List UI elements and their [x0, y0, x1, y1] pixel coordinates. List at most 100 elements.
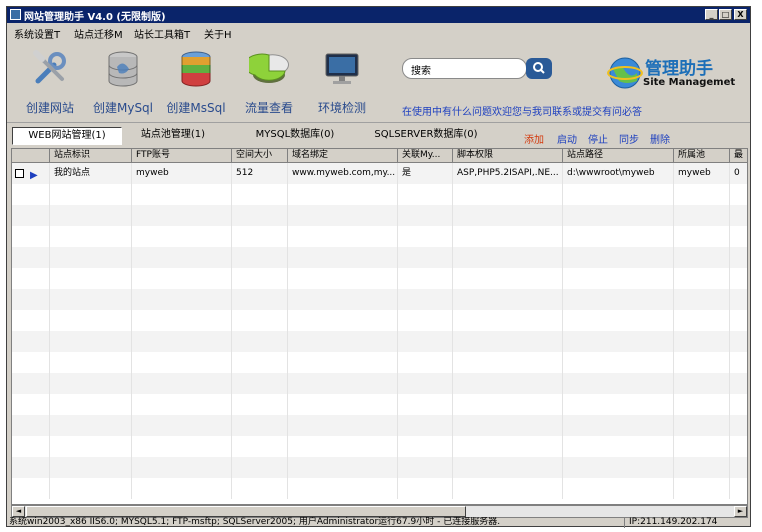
empty-cell	[232, 352, 288, 373]
main-window: 网站管理助手 V4.0 (无限制版) _ □ X 系统设置T 站点迁移M 站长工…	[6, 6, 751, 528]
empty-cell	[12, 415, 50, 436]
empty-cell	[453, 289, 563, 310]
empty-table-row	[12, 457, 747, 478]
empty-cell	[563, 268, 674, 289]
column-header-ftp[interactable]: FTP账号	[132, 149, 232, 163]
delete-button[interactable]: 删除	[650, 131, 670, 146]
search-button[interactable]	[526, 58, 552, 79]
column-header-site-id[interactable]: 站点标识	[50, 149, 132, 163]
menu-webmaster-tools[interactable]: 站长工具箱T	[134, 26, 190, 41]
empty-cell	[50, 457, 132, 478]
empty-cell	[730, 184, 747, 205]
maximize-button[interactable]: □	[719, 9, 732, 20]
traffic-view-label: 流量查看	[244, 101, 293, 115]
title-bar[interactable]: 网站管理助手 V4.0 (无限制版) _ □ X	[7, 7, 750, 23]
row-indicator-icon: ▶	[30, 170, 38, 181]
search-box	[402, 58, 527, 79]
start-button[interactable]: 启动	[557, 131, 577, 146]
create-site-button[interactable]: 创建网站	[14, 45, 86, 119]
table-row[interactable]: ▶ 我的站点 myweb 512 www.myweb.com,my... 是 A…	[12, 163, 747, 184]
empty-cell	[730, 373, 747, 394]
empty-cell	[50, 394, 132, 415]
column-header-space[interactable]: 空间大小	[232, 149, 288, 163]
empty-cell	[50, 478, 132, 499]
environment-check-button[interactable]: 环境检测	[306, 45, 378, 119]
empty-cell	[674, 205, 730, 226]
empty-cell	[50, 415, 132, 436]
empty-cell	[563, 394, 674, 415]
empty-table-row	[12, 394, 747, 415]
menu-system-settings[interactable]: 系统设置T	[14, 26, 60, 41]
empty-cell	[132, 331, 232, 352]
empty-cell	[12, 478, 50, 499]
empty-cell	[563, 184, 674, 205]
tab-sqlserver-databases[interactable]: SQLSERVER数据库(0)	[363, 127, 489, 145]
cell-last: 0	[730, 163, 747, 184]
mysql-database-icon	[108, 51, 138, 87]
column-header-domains[interactable]: 域名绑定	[288, 149, 398, 163]
empty-cell	[288, 247, 398, 268]
empty-cell	[674, 289, 730, 310]
tab-site-pools[interactable]: 站点池管理(1)	[125, 127, 221, 145]
tab-mysql-databases[interactable]: MYSQL数据库(0)	[247, 127, 343, 145]
status-bar: 系统win2003_x86 IIS6.0; MYSQL5.1; FTP-msft…	[7, 517, 750, 528]
menu-about[interactable]: 关于H	[204, 26, 232, 41]
traffic-view-button[interactable]: 流量查看	[233, 45, 305, 119]
empty-cell	[398, 436, 453, 457]
column-header-pool[interactable]: 所属池	[674, 149, 730, 163]
create-mssql-label: 创建MsSql	[166, 101, 226, 115]
empty-table-row	[12, 352, 747, 373]
empty-cell	[398, 415, 453, 436]
close-button[interactable]: X	[734, 9, 747, 20]
empty-cell	[730, 436, 747, 457]
sync-button[interactable]: 同步	[619, 131, 639, 146]
empty-cell	[730, 352, 747, 373]
empty-cell	[398, 268, 453, 289]
empty-cell	[132, 457, 232, 478]
create-mssql-button[interactable]: 创建MsSql	[160, 45, 232, 119]
cell-pool: myweb	[674, 163, 730, 184]
empty-cell	[50, 184, 132, 205]
stop-button[interactable]: 停止	[588, 131, 608, 146]
scroll-left-button[interactable]: ◄	[12, 506, 25, 517]
empty-cell	[132, 268, 232, 289]
add-button[interactable]: 添加	[524, 131, 544, 146]
empty-cell	[730, 457, 747, 478]
empty-cell	[50, 268, 132, 289]
empty-cell	[12, 184, 50, 205]
row-select-cell: ▶	[12, 163, 50, 184]
menu-site-migration[interactable]: 站点迁移M	[74, 26, 123, 41]
column-header-script[interactable]: 脚本权限	[453, 149, 563, 163]
empty-cell	[232, 226, 288, 247]
column-header-last[interactable]: 最	[730, 149, 747, 163]
search-icon	[533, 62, 545, 74]
create-mysql-button[interactable]: 创建MySql	[87, 45, 159, 119]
empty-cell	[674, 331, 730, 352]
empty-table-row	[12, 247, 747, 268]
column-header-linked-mysql[interactable]: 关联My...	[398, 149, 453, 163]
empty-cell	[12, 310, 50, 331]
empty-cell	[288, 226, 398, 247]
scrollbar-thumb[interactable]	[26, 506, 466, 517]
empty-cell	[398, 205, 453, 226]
minimize-button[interactable]: _	[705, 9, 718, 20]
empty-cell	[730, 226, 747, 247]
scroll-right-button[interactable]: ►	[734, 506, 747, 517]
empty-cell	[132, 394, 232, 415]
globe-logo-icon	[607, 57, 643, 89]
column-header-path[interactable]: 站点路径	[563, 149, 674, 163]
empty-cell	[398, 226, 453, 247]
logo: 管理助手 Site Managemet	[605, 51, 735, 101]
empty-cell	[232, 373, 288, 394]
status-ip: IP:211.149.202.174	[624, 517, 748, 528]
empty-cell	[730, 331, 747, 352]
empty-cell	[232, 247, 288, 268]
row-checkbox[interactable]	[15, 169, 24, 178]
empty-cell	[674, 352, 730, 373]
empty-cell	[288, 205, 398, 226]
cell-space: 512	[232, 163, 288, 184]
help-link[interactable]: 在使用中有什么问题欢迎您与我司联系或提交有问必答	[402, 103, 642, 118]
empty-cell	[730, 289, 747, 310]
tab-web-sites[interactable]: WEB网站管理(1)	[12, 127, 122, 145]
search-input[interactable]	[411, 62, 519, 76]
